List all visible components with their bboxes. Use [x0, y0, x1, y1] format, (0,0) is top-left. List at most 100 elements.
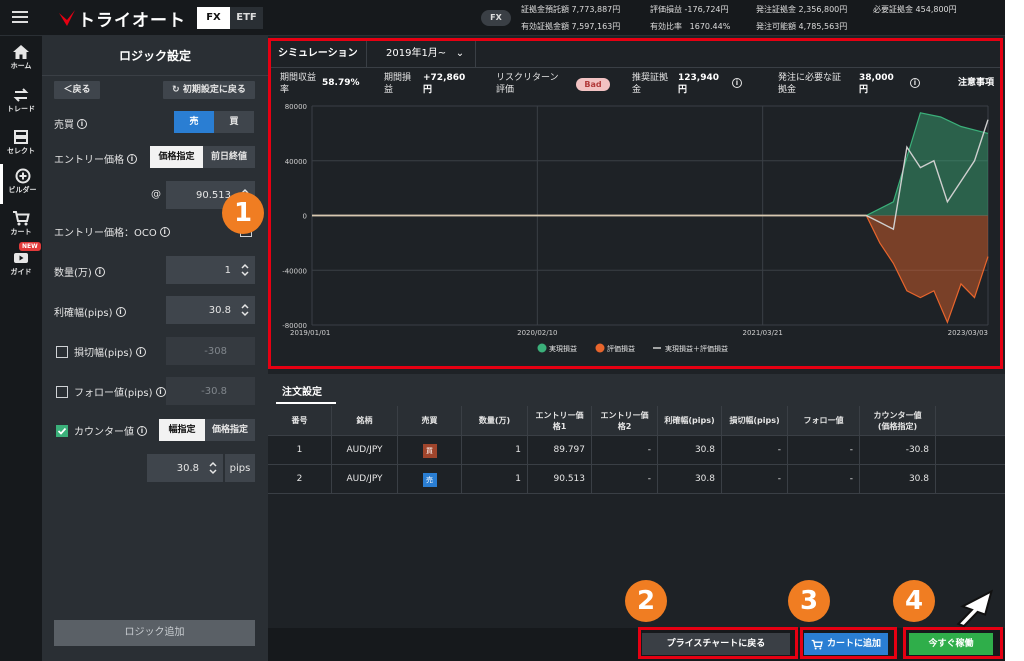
- counter-input[interactable]: 30.8: [147, 454, 223, 482]
- annotation-box-2: [638, 627, 798, 659]
- top-bar: トライオート FX ETF FX 証拠金預託額 7,773,887円 評価損益 …: [0, 0, 1005, 36]
- back-button[interactable]: ＜戻る: [54, 81, 100, 99]
- effective-ratio-stat: 有効比率 1670.44%: [650, 22, 731, 31]
- entry-price-mode-toggle[interactable]: 価格指定 前日終値: [150, 146, 255, 168]
- market-etf-tab[interactable]: ETF: [230, 7, 263, 29]
- deposit-stat: 証拠金預託額 7,773,887円: [521, 5, 621, 14]
- stop-loss-label: 損切幅(pips) i: [74, 344, 146, 359]
- annotation-box-3: [800, 627, 897, 659]
- side-badge: 売: [422, 472, 437, 487]
- logic-settings-panel: ロジック設定 ＜戻る ↻ 初期設定に戻る 売買 i 売 買 エントリー価格 i 価格…: [42, 36, 268, 661]
- quantity-input[interactable]: 1: [166, 256, 255, 284]
- col-no: 番号: [268, 406, 332, 435]
- follow-input[interactable]: -30.8: [166, 377, 255, 405]
- follow-label: フォロー値(pips) i: [74, 384, 166, 399]
- required-margin-stat: 必要証拠金 454,800円: [873, 5, 957, 14]
- builder-icon: [15, 168, 30, 184]
- col-follow: フォロー値: [788, 406, 860, 435]
- table-row[interactable]: 2 AUD/JPY 売 1 90.513 - 30.8 - - 30.8: [268, 465, 1005, 494]
- col-symbol: 銘柄: [332, 406, 398, 435]
- side-sell-option[interactable]: 売: [174, 111, 214, 133]
- select-icon: [14, 130, 28, 144]
- home-icon: [13, 45, 29, 59]
- oco-label: エントリー価格：OCO i: [54, 224, 170, 239]
- annotation-box-4: [903, 627, 1003, 659]
- order-settings-tab[interactable]: 注文設定: [282, 383, 322, 398]
- market-toggle[interactable]: FX ETF: [197, 7, 263, 29]
- unrealized-stat: 評価損益 -176,724円: [650, 5, 729, 14]
- market-pill: FX: [481, 10, 511, 26]
- cart-icon: [13, 211, 30, 226]
- refresh-icon: ↻: [172, 85, 183, 95]
- col-price1: エントリー価格1: [528, 406, 592, 435]
- quantity-label: 数量(万) i: [54, 264, 105, 279]
- menu-icon[interactable]: [12, 11, 28, 23]
- new-badge: NEW: [19, 242, 41, 251]
- take-profit-input[interactable]: 30.8: [166, 296, 255, 324]
- counter-unit: pips: [225, 454, 255, 482]
- entry-price-prev-close-option[interactable]: 前日終値: [203, 146, 255, 168]
- chevron-left-icon: ＜: [63, 85, 73, 95]
- reset-defaults-button[interactable]: ↻ 初期設定に戻る: [163, 81, 255, 99]
- add-logic-button[interactable]: ロジック追加: [54, 620, 255, 646]
- info-icon[interactable]: i: [135, 346, 146, 357]
- annotation-badge-3: 3: [788, 580, 830, 622]
- stepper-icon[interactable]: [209, 461, 217, 475]
- cursor-arrow-icon: [956, 589, 993, 628]
- table-row[interactable]: 1 AUD/JPY 買 1 89.797 - 30.8 - - -30.8: [268, 436, 1005, 465]
- side-buy-option[interactable]: 買: [214, 111, 254, 133]
- entry-price-label: エントリー価格 i: [54, 151, 137, 166]
- effective-margin-stat: 有効証拠金額 7,597,163円: [521, 22, 621, 31]
- counter-price-option[interactable]: 価格指定: [205, 419, 255, 441]
- nav-item-select[interactable]: セレクト: [0, 125, 42, 165]
- col-sl: 損切幅(pips): [722, 406, 788, 435]
- info-icon[interactable]: i: [155, 386, 166, 397]
- nav-item-cart[interactable]: カート: [0, 206, 42, 246]
- logo-text: トライオート: [78, 10, 186, 31]
- col-price2: エントリー価格2: [592, 406, 658, 435]
- order-table-header: 番号 銘柄 売買 数量(万) エントリー価格1 エントリー価格2 利確幅(pip…: [268, 406, 1005, 436]
- info-icon[interactable]: i: [115, 306, 126, 317]
- stop-loss-checkbox[interactable]: [56, 346, 68, 358]
- side-label: 売買 i: [54, 116, 87, 131]
- order-settings-header: 注文設定: [268, 374, 1005, 406]
- counter-width-option[interactable]: 幅指定: [159, 419, 205, 441]
- counter-checkbox[interactable]: [56, 425, 68, 437]
- stop-loss-input[interactable]: -308: [166, 337, 255, 365]
- stepper-icon[interactable]: [241, 303, 249, 317]
- left-nav: ホーム トレード セレクト ビルダー カート NEW ガイド: [0, 36, 42, 661]
- nav-item-trade[interactable]: トレード: [0, 83, 42, 123]
- counter-mode-toggle[interactable]: 幅指定 価格指定: [159, 419, 255, 441]
- logo-mark-icon: [58, 9, 76, 27]
- guide-icon: [14, 253, 28, 263]
- side-badge: 買: [422, 443, 437, 458]
- order-margin-stat: 発注証拠金 2,356,800円: [756, 5, 848, 14]
- annotation-box-1: [268, 38, 1003, 369]
- nav-item-builder[interactable]: ビルダー: [0, 164, 42, 204]
- counter-label: カウンター値 i: [74, 423, 147, 438]
- trade-icon: [13, 88, 29, 102]
- info-icon[interactable]: i: [137, 425, 147, 436]
- orderable-stat: 発注可能額 4,785,563円: [756, 22, 848, 31]
- entry-price-specified-option[interactable]: 価格指定: [150, 146, 203, 168]
- take-profit-label: 利確幅(pips) i: [54, 304, 126, 319]
- col-counter: カウンター値(価格指定): [860, 406, 936, 435]
- col-side: 売買: [398, 406, 462, 435]
- stepper-icon[interactable]: [241, 263, 249, 277]
- panel-title: ロジック設定: [42, 36, 268, 76]
- side-toggle[interactable]: 売 買: [174, 111, 254, 133]
- check-icon: [57, 427, 67, 435]
- annotation-badge-2: 2: [625, 580, 667, 622]
- logo: トライオート: [58, 8, 186, 31]
- market-fx-tab[interactable]: FX: [197, 7, 230, 29]
- info-icon[interactable]: i: [77, 118, 87, 129]
- nav-item-guide[interactable]: NEW ガイド: [0, 242, 42, 286]
- col-qty: 数量(万): [462, 406, 528, 435]
- info-icon[interactable]: i: [159, 226, 170, 237]
- annotation-badge-1: 1: [222, 192, 264, 234]
- nav-item-home[interactable]: ホーム: [0, 40, 42, 80]
- info-icon[interactable]: i: [127, 153, 137, 164]
- at-sign: @: [151, 189, 161, 200]
- follow-checkbox[interactable]: [56, 386, 68, 398]
- info-icon[interactable]: i: [94, 266, 105, 277]
